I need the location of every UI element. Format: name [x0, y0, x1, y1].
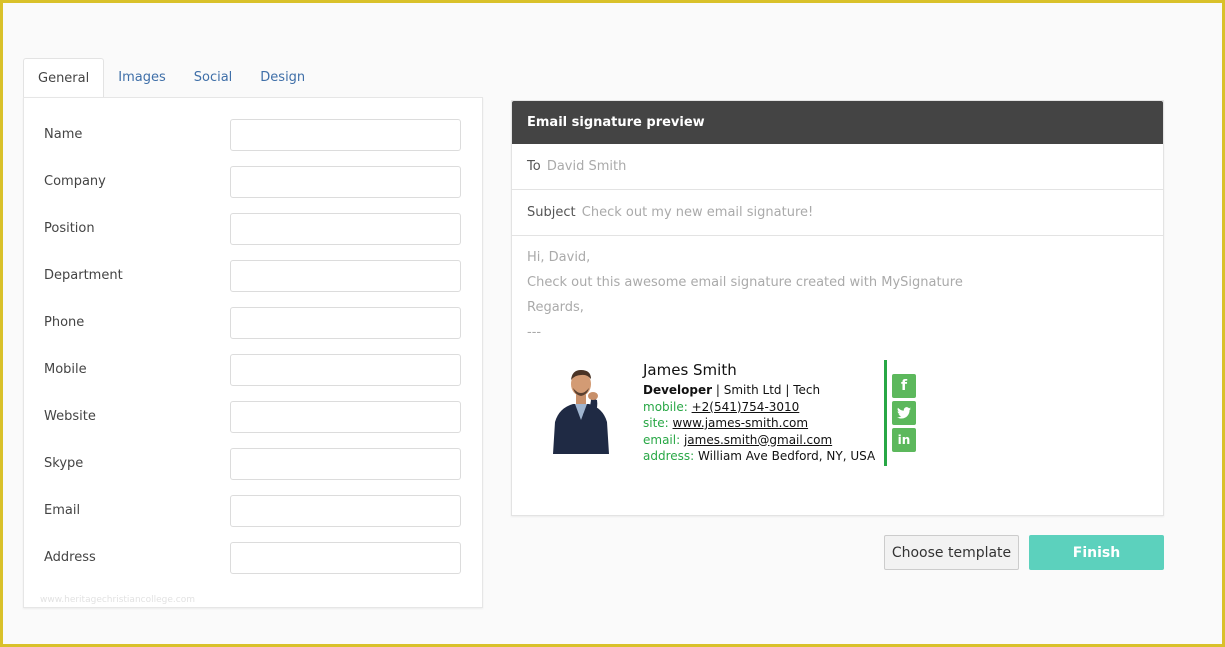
- form-row-position: Position: [24, 213, 482, 245]
- form-row-address: Address: [24, 542, 482, 574]
- signature-company: | Smith Ltd | Tech: [712, 383, 821, 397]
- signature-name: James Smith: [643, 361, 737, 379]
- signature-site-line: site: www.james-smith.com: [643, 415, 875, 432]
- phone-input[interactable]: [230, 307, 461, 339]
- phone-label: Phone: [44, 315, 85, 330]
- choose-template-button[interactable]: Choose template: [884, 535, 1019, 570]
- twitter-bird-icon: [897, 407, 911, 419]
- twitter-icon[interactable]: [892, 401, 916, 425]
- form-row-company: Company: [24, 166, 482, 198]
- form-row-name: Name: [24, 119, 482, 151]
- address-key: address:: [643, 449, 695, 463]
- mobile-key: mobile:: [643, 399, 688, 414]
- department-label: Department: [44, 268, 123, 283]
- mobile-input[interactable]: [230, 354, 461, 386]
- to-row: To David Smith: [512, 144, 1163, 190]
- form-row-email: Email: [24, 495, 482, 527]
- mobile-label: Mobile: [44, 362, 87, 377]
- subject-row: Subject Check out my new email signature…: [512, 190, 1163, 236]
- form-row-phone: Phone: [24, 307, 482, 339]
- site-key: site:: [643, 416, 669, 430]
- website-label: Website: [44, 409, 96, 424]
- email-body: Hi, David, Check out this awesome email …: [512, 236, 1163, 349]
- skype-input[interactable]: [230, 448, 461, 480]
- signature-position: Developer: [643, 383, 713, 397]
- company-input[interactable]: [230, 166, 461, 198]
- facebook-glyph: f: [900, 378, 908, 394]
- message-line: Check out this awesome email signature c…: [527, 275, 963, 290]
- subject-label: Subject: [527, 205, 576, 220]
- signature-email-line: email: james.smith@gmail.com: [643, 432, 875, 449]
- profile-photo: [547, 364, 615, 454]
- facebook-icon[interactable]: f: [892, 374, 916, 398]
- form-row-department: Department: [24, 260, 482, 292]
- department-input[interactable]: [230, 260, 461, 292]
- to-label: To: [527, 159, 541, 174]
- signature-address-line: address: William Ave Bedford, NY, USA: [643, 448, 875, 465]
- watermark-text: www.heritagechristiancollege.com: [40, 595, 195, 605]
- website-input[interactable]: [230, 401, 461, 433]
- skype-label: Skype: [44, 456, 84, 471]
- general-form-panel: Name Company Position Department Phone M…: [23, 97, 483, 608]
- email-input[interactable]: [230, 495, 461, 527]
- subject-value: Check out my new email signature!: [581, 205, 814, 220]
- signature-mobile-line: mobile: +2(541)754-3010: [643, 399, 875, 416]
- separator-line: ---: [527, 325, 542, 340]
- address-input[interactable]: [230, 542, 461, 574]
- address-label: Address: [44, 550, 96, 565]
- name-label: Name: [44, 127, 83, 142]
- linkedin-glyph: in: [897, 433, 911, 447]
- mobile-link[interactable]: +2(541)754-3010: [692, 400, 800, 414]
- email-link[interactable]: james.smith@gmail.com: [684, 433, 832, 447]
- settings-tabs: General Images Social Design: [23, 58, 319, 98]
- site-link[interactable]: www.james-smith.com: [673, 416, 809, 430]
- form-row-mobile: Mobile: [24, 354, 482, 386]
- tab-images[interactable]: Images: [104, 58, 180, 98]
- email-key: email:: [643, 432, 681, 447]
- tab-design[interactable]: Design: [246, 58, 319, 98]
- email-preview-panel: Email signature preview To David Smith S…: [511, 100, 1164, 516]
- tab-general[interactable]: General: [23, 58, 105, 98]
- position-label: Position: [44, 221, 95, 236]
- greeting-line: Hi, David,: [527, 250, 591, 265]
- finish-button[interactable]: Finish: [1029, 535, 1164, 570]
- tab-social[interactable]: Social: [180, 58, 247, 98]
- company-label: Company: [44, 174, 106, 189]
- name-input[interactable]: [230, 119, 461, 151]
- signature-divider: [884, 360, 887, 466]
- to-value: David Smith: [546, 159, 627, 174]
- preview-title: Email signature preview: [512, 101, 1163, 144]
- signature-role-line: Developer | Smith Ltd | Tech: [643, 382, 875, 399]
- linkedin-icon[interactable]: in: [892, 428, 916, 452]
- regards-line: Regards,: [527, 300, 584, 315]
- email-label: Email: [44, 503, 81, 518]
- form-row-website: Website: [24, 401, 482, 433]
- signature-details: James Smith Developer | Smith Ltd | Tech…: [643, 360, 875, 465]
- email-signature: James Smith Developer | Smith Ltd | Tech…: [547, 360, 957, 468]
- address-value: William Ave Bedford, NY, USA: [698, 449, 876, 463]
- form-row-skype: Skype: [24, 448, 482, 480]
- position-input[interactable]: [230, 213, 461, 245]
